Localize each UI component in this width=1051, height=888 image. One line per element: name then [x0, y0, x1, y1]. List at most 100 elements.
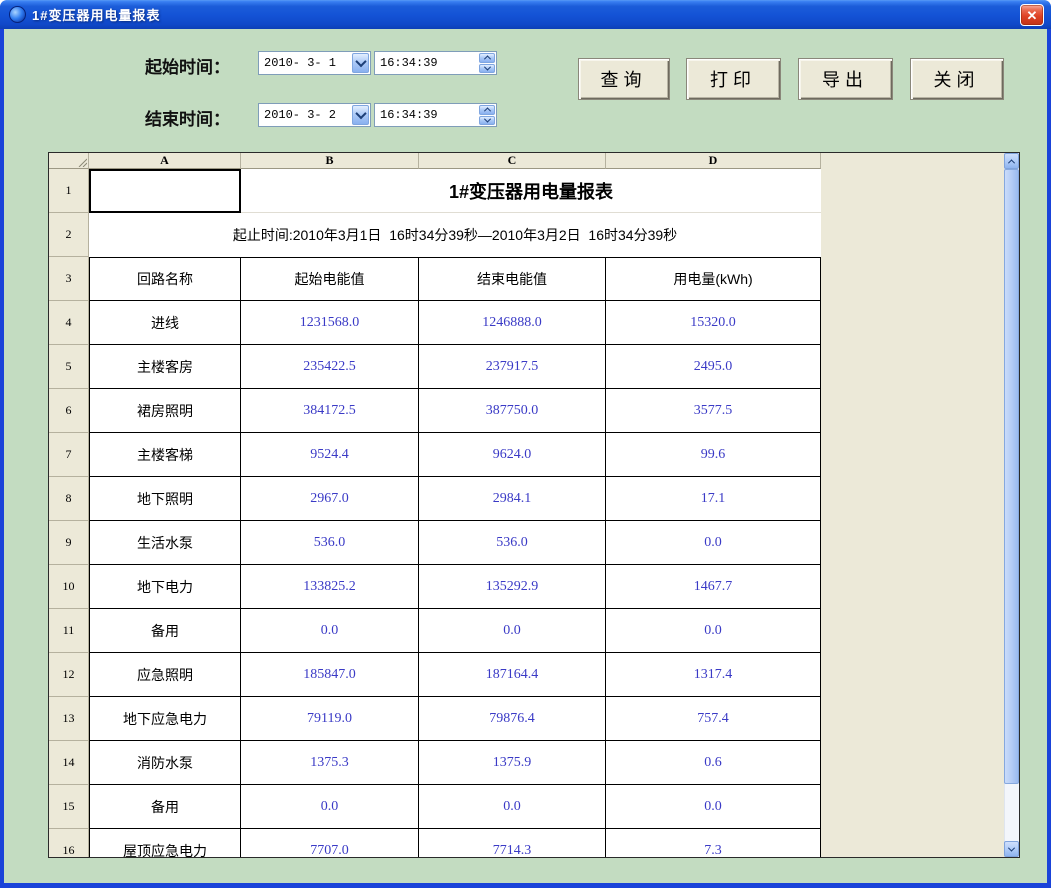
circuit-name-cell[interactable]: 裙房照明 [89, 389, 241, 433]
grid-corner-cell[interactable] [49, 153, 89, 169]
circuit-name-cell[interactable]: 屋顶应急电力 [89, 829, 241, 858]
end-energy-cell[interactable]: 536.0 [419, 521, 606, 565]
circuit-name-cell[interactable]: 备用 [89, 609, 241, 653]
usage-cell[interactable]: 17.1 [606, 477, 821, 521]
table-header-cell[interactable]: 用电量(kWh) [606, 257, 821, 301]
export-button[interactable]: 导出 [798, 58, 893, 100]
report-title-cell[interactable]: 1#变压器用电量报表 [241, 169, 821, 213]
scrollbar-thumb[interactable] [1004, 169, 1019, 784]
row-header[interactable]: 10 [49, 565, 89, 609]
row-header[interactable]: 7 [49, 433, 89, 477]
circuit-name-cell[interactable]: 应急照明 [89, 653, 241, 697]
circuit-name-cell[interactable]: 进线 [89, 301, 241, 345]
usage-cell[interactable]: 1467.7 [606, 565, 821, 609]
circuit-name-cell[interactable]: 主楼客房 [89, 345, 241, 389]
usage-cell[interactable]: 15320.0 [606, 301, 821, 345]
usage-cell[interactable]: 0.0 [606, 609, 821, 653]
usage-cell[interactable]: 0.0 [606, 521, 821, 565]
end-date-dropdown-button[interactable] [352, 105, 369, 125]
end-energy-cell[interactable]: 1375.9 [419, 741, 606, 785]
circuit-name-cell[interactable]: 地下应急电力 [89, 697, 241, 741]
usage-cell[interactable]: 99.6 [606, 433, 821, 477]
row-header[interactable]: 13 [49, 697, 89, 741]
start-energy-cell[interactable]: 133825.2 [241, 565, 419, 609]
circuit-name-cell[interactable]: 生活水泵 [89, 521, 241, 565]
row-header[interactable]: 14 [49, 741, 89, 785]
start-date-dropdown-button[interactable] [352, 53, 369, 73]
start-energy-cell[interactable]: 0.0 [241, 785, 419, 829]
row-header[interactable]: 8 [49, 477, 89, 521]
row-header[interactable]: 16 [49, 829, 89, 858]
start-time-spinner[interactable]: 16:34:39 [374, 51, 497, 75]
date-range-cell[interactable]: 起止时间:2010年3月1日 16时34分39秒—2010年3月2日 16时34… [89, 213, 821, 257]
usage-cell[interactable]: 1317.4 [606, 653, 821, 697]
row-header[interactable]: 15 [49, 785, 89, 829]
row-header[interactable]: 1 [49, 169, 89, 213]
row-header[interactable]: 11 [49, 609, 89, 653]
titlebar[interactable]: 1#变压器用电量报表 ✕ [0, 0, 1051, 29]
column-header-d[interactable]: D [606, 153, 821, 169]
end-energy-cell[interactable]: 0.0 [419, 609, 606, 653]
selected-cell-a1[interactable] [89, 169, 241, 213]
usage-cell[interactable]: 0.0 [606, 785, 821, 829]
end-energy-cell[interactable]: 79876.4 [419, 697, 606, 741]
vertical-scrollbar[interactable] [1004, 153, 1019, 857]
usage-cell[interactable]: 7.3 [606, 829, 821, 858]
usage-cell[interactable]: 3577.5 [606, 389, 821, 433]
column-header-b[interactable]: B [241, 153, 419, 169]
row-header[interactable]: 5 [49, 345, 89, 389]
row-header[interactable]: 9 [49, 521, 89, 565]
start-energy-cell[interactable]: 0.0 [241, 609, 419, 653]
circuit-name-cell[interactable]: 消防水泵 [89, 741, 241, 785]
table-header-cell[interactable]: 起始电能值 [241, 257, 419, 301]
usage-cell[interactable]: 2495.0 [606, 345, 821, 389]
spin-up-button[interactable] [479, 53, 495, 63]
circuit-name-cell[interactable]: 备用 [89, 785, 241, 829]
end-energy-cell[interactable]: 2984.1 [419, 477, 606, 521]
circuit-name-cell[interactable]: 地下照明 [89, 477, 241, 521]
spin-down-button[interactable] [479, 116, 495, 126]
close-window-button[interactable]: 关闭 [910, 58, 1004, 100]
start-energy-cell[interactable]: 384172.5 [241, 389, 419, 433]
start-energy-cell[interactable]: 2967.0 [241, 477, 419, 521]
print-button[interactable]: 打印 [686, 58, 781, 100]
start-energy-cell[interactable]: 7707.0 [241, 829, 419, 858]
column-header-c[interactable]: C [419, 153, 606, 169]
end-time-spinner[interactable]: 16:34:39 [374, 103, 497, 127]
close-button[interactable]: ✕ [1020, 4, 1044, 26]
start-energy-cell[interactable]: 1375.3 [241, 741, 419, 785]
scroll-down-button[interactable] [1004, 841, 1019, 857]
end-energy-cell[interactable]: 1246888.0 [419, 301, 606, 345]
start-energy-cell[interactable]: 235422.5 [241, 345, 419, 389]
table-header-cell[interactable]: 回路名称 [89, 257, 241, 301]
start-energy-cell[interactable]: 1231568.0 [241, 301, 419, 345]
spin-up-button[interactable] [479, 105, 495, 115]
start-energy-cell[interactable]: 536.0 [241, 521, 419, 565]
start-energy-cell[interactable]: 79119.0 [241, 697, 419, 741]
end-energy-cell[interactable]: 187164.4 [419, 653, 606, 697]
end-energy-cell[interactable]: 237917.5 [419, 345, 606, 389]
usage-cell[interactable]: 0.6 [606, 741, 821, 785]
column-header-a[interactable]: A [89, 153, 241, 169]
row-header[interactable]: 6 [49, 389, 89, 433]
end-energy-cell[interactable]: 0.0 [419, 785, 606, 829]
start-date-combobox[interactable]: 2010- 3- 1 [258, 51, 371, 75]
end-energy-cell[interactable]: 7714.3 [419, 829, 606, 858]
query-button[interactable]: 查询 [578, 58, 670, 100]
row-header[interactable]: 4 [49, 301, 89, 345]
end-energy-cell[interactable]: 387750.0 [419, 389, 606, 433]
row-header[interactable]: 3 [49, 257, 89, 301]
circuit-name-cell[interactable]: 主楼客梯 [89, 433, 241, 477]
spin-down-button[interactable] [479, 64, 495, 74]
row-header[interactable]: 12 [49, 653, 89, 697]
circuit-name-cell[interactable]: 地下电力 [89, 565, 241, 609]
end-date-combobox[interactable]: 2010- 3- 2 [258, 103, 371, 127]
end-energy-cell[interactable]: 135292.9 [419, 565, 606, 609]
end-energy-cell[interactable]: 9624.0 [419, 433, 606, 477]
scroll-up-button[interactable] [1004, 153, 1019, 169]
usage-cell[interactable]: 757.4 [606, 697, 821, 741]
start-energy-cell[interactable]: 185847.0 [241, 653, 419, 697]
row-header[interactable]: 2 [49, 213, 89, 257]
table-header-cell[interactable]: 结束电能值 [419, 257, 606, 301]
start-energy-cell[interactable]: 9524.4 [241, 433, 419, 477]
